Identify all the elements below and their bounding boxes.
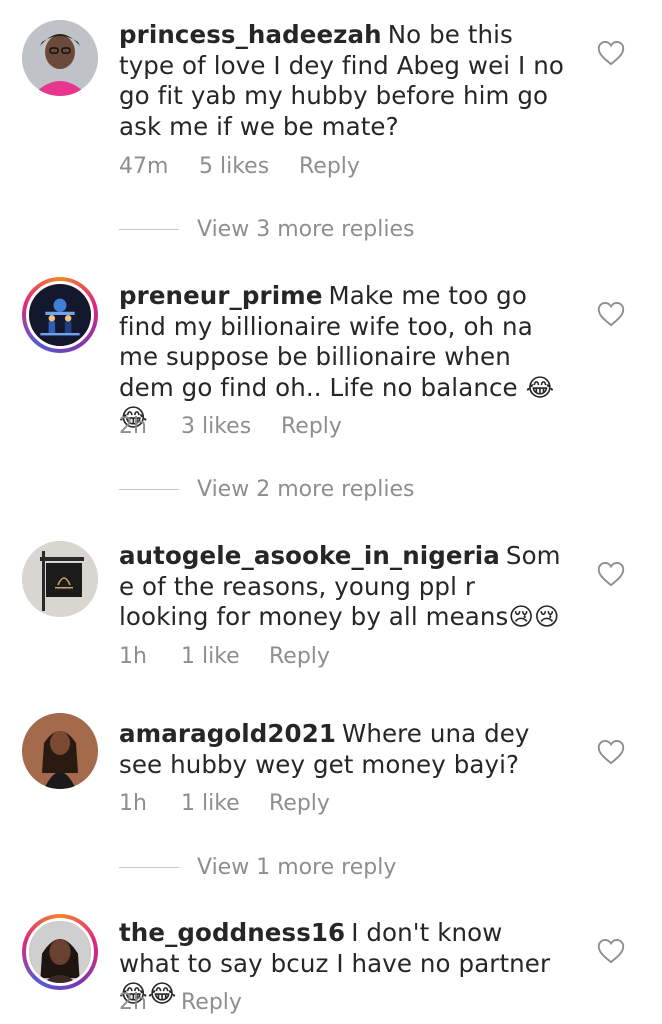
like-heart-icon[interactable] — [597, 40, 625, 66]
comment-username[interactable]: amaragold2021 — [119, 719, 336, 748]
comment-likes[interactable]: 5 likes — [199, 154, 299, 179]
comment-time: 47m — [119, 154, 169, 179]
comment-time: 1h — [119, 644, 147, 669]
shop-sign-avatar-icon[interactable] — [22, 541, 98, 617]
like-heart-icon[interactable] — [597, 301, 625, 327]
view-replies-button[interactable]: View 3 more replies — [119, 217, 414, 242]
comment-meta: 1h 1 like Reply — [119, 791, 330, 816]
reply-button[interactable]: Reply — [299, 154, 360, 179]
woman-portrait-avatar-icon[interactable] — [22, 914, 98, 990]
comment-likes[interactable]: 3 likes — [181, 414, 281, 439]
comment-meta: 2h 3 likes Reply — [119, 414, 342, 439]
view-replies-label: View 1 more reply — [197, 855, 397, 880]
comment-meta: 2h Reply — [119, 990, 242, 1015]
like-heart-icon[interactable] — [597, 561, 625, 587]
comment-meta: 47m 5 likes Reply — [119, 154, 360, 179]
comment-likes[interactable]: 1 like — [181, 791, 269, 816]
comment-username[interactable]: autogele_asooke_in_nigeria — [119, 541, 500, 570]
comment-username[interactable]: the_goddness16 — [119, 918, 345, 947]
comment-time: 1h — [119, 791, 147, 816]
reply-button[interactable]: Reply — [181, 990, 242, 1015]
comment-text: preneur_prime Make me too go find my bill… — [119, 281, 569, 434]
comment-time: 2h — [119, 990, 147, 1015]
comment-text: princess_hadeezah No be this type of love… — [119, 20, 569, 142]
comment-username[interactable]: preneur_prime — [119, 281, 323, 310]
view-replies-button[interactable]: View 1 more reply — [119, 855, 396, 880]
comment-meta: 1h 1 like Reply — [119, 644, 330, 669]
comment-text: autogele_asooke_in_nigeria Some of the re… — [119, 541, 569, 633]
replies-divider — [119, 488, 179, 491]
like-heart-icon[interactable] — [597, 739, 625, 765]
person-avatar-icon[interactable] — [22, 20, 98, 96]
like-heart-icon[interactable] — [597, 938, 625, 964]
comment-likes[interactable]: 1 like — [181, 644, 269, 669]
view-replies-label: View 3 more replies — [197, 217, 415, 242]
business-team-avatar-icon[interactable] — [22, 277, 98, 353]
view-replies-button[interactable]: View 2 more replies — [119, 477, 414, 502]
reply-button[interactable]: Reply — [269, 644, 330, 669]
reply-button[interactable]: Reply — [269, 791, 330, 816]
comment-time: 2h — [119, 414, 147, 439]
comment-username[interactable]: princess_hadeezah — [119, 20, 382, 49]
replies-divider — [119, 866, 179, 869]
comment-text: amaragold2021 Where una dey see hubby wey… — [119, 719, 569, 780]
view-replies-label: View 2 more replies — [197, 477, 415, 502]
woman-avatar-icon[interactable] — [22, 713, 98, 789]
replies-divider — [119, 228, 179, 231]
reply-button[interactable]: Reply — [281, 414, 342, 439]
